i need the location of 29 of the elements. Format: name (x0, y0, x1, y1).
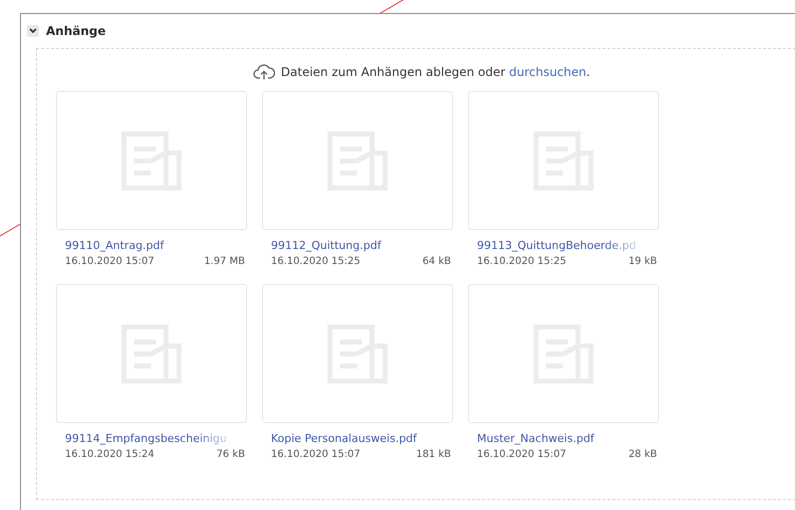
file-name-link[interactable]: Kopie Personalausweis.pdf (271, 432, 417, 445)
file-size: 64 kB (422, 256, 451, 267)
file-size: 76 kB (216, 449, 245, 460)
file-size: 19 kB (628, 256, 657, 267)
file-size: 1.97 MB (204, 256, 245, 267)
file-thumbnail[interactable] (468, 284, 659, 423)
file-thumbnail[interactable] (468, 91, 659, 230)
file-thumbnail[interactable] (56, 284, 247, 423)
cloud-upload-icon (252, 63, 275, 81)
file-date: 16.10.2020 15:25 (271, 256, 360, 267)
file-date: 16.10.2020 15:25 (477, 256, 566, 267)
file-date: 16.10.2020 15:07 (271, 449, 360, 460)
file-name-link[interactable]: 99110_Antrag.pdf (65, 239, 164, 252)
drop-instruction: Dateien zum Anhängen ablegen oder durchsuchen. (280, 65, 590, 79)
file-date: 16.10.2020 15:24 (65, 449, 154, 460)
file-thumbnail[interactable] (56, 91, 247, 230)
collapse-toggle[interactable] (27, 25, 39, 37)
file-thumbnail[interactable] (262, 284, 453, 423)
file-size: 181 kB (416, 449, 451, 460)
file-size: 28 kB (628, 449, 657, 460)
file-thumbnail[interactable] (262, 91, 453, 230)
browse-link[interactable]: durchsuchen (509, 65, 586, 79)
file-name-link[interactable]: 99112_Quittung.pdf (271, 239, 382, 252)
file-date: 16.10.2020 15:07 (65, 256, 154, 267)
section-title: Anhänge (46, 24, 106, 38)
file-name-link[interactable]: 99113_QuittungBehoerde.pd (477, 239, 636, 252)
file-name-link[interactable]: 99114_Empfangsbescheinigu (65, 432, 227, 445)
file-name-link[interactable]: Muster_Nachweis.pdf (477, 432, 594, 445)
file-date: 16.10.2020 15:07 (477, 449, 566, 460)
